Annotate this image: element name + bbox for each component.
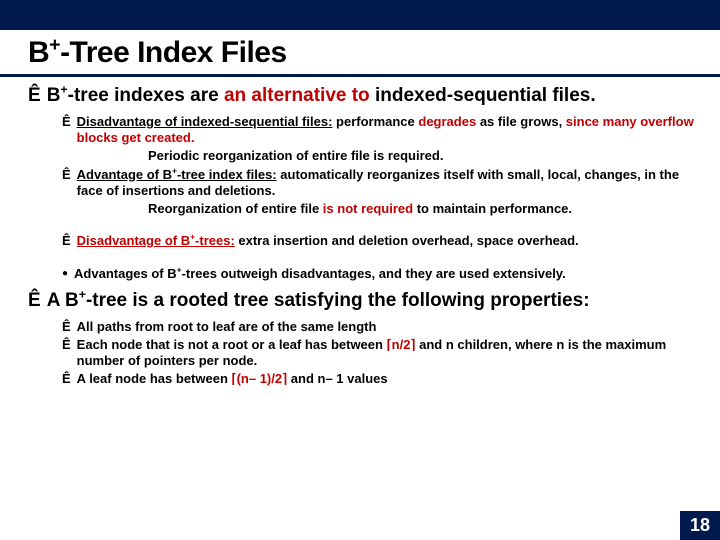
arrow-icon: Ê [62,371,71,387]
bullet-text: A leaf node has between ⌈(n– 1)/2⌉ and n… [77,371,388,387]
bullet-advantage-btree: Ê Advantage of B+-tree index files: auto… [62,167,700,200]
arrow-icon: Ê [62,233,71,249]
bullet-periodic-reorg: Periodic reorganization of entire file i… [148,148,700,164]
bullet-text: B+-tree indexes are an alternative to in… [47,85,596,108]
bullet-text: Advantages of B+-trees outweigh disadvan… [74,266,566,282]
property-paths: Ê All paths from root to leaf are of the… [62,319,700,335]
arrow-icon: Ê [62,337,71,370]
circle-icon: ● [62,268,68,282]
property-internal-node: Ê Each node that is not a root or a leaf… [62,337,700,370]
bullet-outweigh: ● Advantages of B+-trees outweigh disadv… [62,266,700,282]
arrow-icon: Ê [62,319,71,335]
title-area: B+-Tree Index Files [0,30,720,77]
bullet-disadvantage-isf: Ê Disadvantage of indexed-sequential fil… [62,114,700,147]
arrow-icon: Ê [62,114,71,147]
bullet-text: Advantage of B+-tree index files: automa… [77,167,700,200]
bullet-alternative: Ê B+-tree indexes are an alternative to … [28,85,700,108]
top-bar [0,0,720,30]
bullet-text: All paths from root to leaf are of the s… [77,319,377,335]
bullet-rooted-tree: Ê A B+-tree is a rooted tree satisfying … [28,290,700,313]
slide-title: B+-Tree Index Files [28,36,720,70]
title-part2: -Tree Index Files [60,36,287,69]
bullet-text: Each node that is not a root or a leaf h… [77,337,700,370]
property-leaf-node: Ê A leaf node has between ⌈(n– 1)/2⌉ and… [62,371,700,387]
bullet-text: A B+-tree is a rooted tree satisfying th… [47,290,590,313]
bullet-text: Disadvantage of B+-trees: extra insertio… [77,233,579,249]
arrow-icon: Ê [28,85,41,108]
bullet-text: Disadvantage of indexed-sequential files… [77,114,700,147]
title-sup: + [49,34,60,56]
arrow-icon: Ê [28,290,41,313]
bullet-disadvantage-btree: Ê Disadvantage of B+-trees: extra insert… [62,233,700,249]
bullet-reorg-not-required: Reorganization of entire file is not req… [148,201,700,217]
content-area: Ê B+-tree indexes are an alternative to … [0,77,720,388]
title-part1: B [28,36,49,69]
arrow-icon: Ê [62,167,71,200]
page-number: 18 [680,511,720,540]
